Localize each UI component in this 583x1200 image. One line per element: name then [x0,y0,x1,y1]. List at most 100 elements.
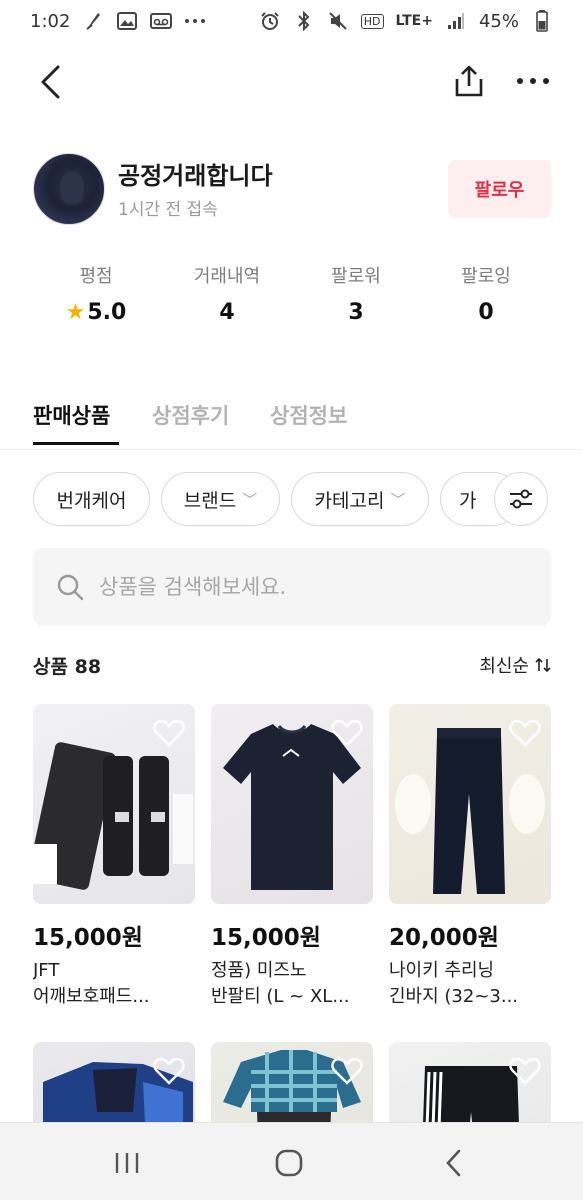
more-horizontal-icon [517,78,549,84]
sliders-icon [510,489,532,509]
hd-icon: HD [360,13,384,29]
stat-label: 팔로워 [331,266,381,287]
shop-tabs: 판매상품 상점후기 상점정보 [0,396,583,450]
stat-label: 거래내역 [193,266,261,287]
image-notification-icon [116,10,138,32]
product-title-line1: JFT [33,960,60,981]
tab-shop-info[interactable]: 상점정보 [270,400,347,430]
sort-button[interactable]: 최신순 [479,652,551,678]
search-input[interactable] [99,575,519,599]
product-card[interactable]: 15,000원 정품) 미즈노 반팔티 (L ~ XL... [211,704,373,1010]
home-icon [275,1149,303,1177]
heart-icon [331,1057,363,1085]
product-count-number: 88 [74,656,102,678]
stat-followers[interactable]: 팔로워 3 [296,262,416,325]
status-bar: 1:02 HD LTE+ 45% [0,0,583,42]
stat-following[interactable]: 팔로잉 0 [426,262,546,325]
product-title-line1: 정품) 미즈노 [211,960,307,981]
status-right: HD LTE+ 45% [259,10,553,32]
network-type: LTE+ [395,13,433,29]
status-left: 1:02 [30,10,206,32]
heart-icon [153,719,185,747]
like-button[interactable] [329,716,365,750]
chip-category[interactable]: 카테고리 ﹀ [291,472,429,526]
status-time: 1:02 [30,10,71,32]
heart-icon [509,719,541,747]
follow-button[interactable]: 팔로우 [448,160,551,218]
stat-value: 3 [348,300,364,325]
more-options-button[interactable] [510,58,556,104]
feather-notification-icon [82,10,104,32]
like-button[interactable] [507,1054,543,1088]
chip-label: 브랜드 [183,489,237,512]
active-tab-indicator [33,442,119,445]
product-image [33,704,195,904]
stat-label: 팔로잉 [461,266,511,287]
tab-products[interactable]: 판매상품 [33,400,110,430]
chip-bungae-care[interactable]: 번개케어 [33,472,150,526]
search-icon [55,572,85,602]
signal-icon [445,10,467,32]
chip-brand[interactable]: 브랜드 ﹀ [161,472,280,526]
voicemail-notification-icon [150,10,173,32]
stat-rating[interactable]: 평점 ★ 5.0 [36,262,156,325]
recent-apps-button[interactable] [102,1141,152,1185]
filter-chips: 번개케어 브랜드 ﹀ 카테고리 ﹀ 가 [0,470,583,530]
avatar-figure [58,170,86,206]
stat-value: 5.0 [87,300,127,325]
stat-value: 0 [478,300,494,325]
filter-settings-button[interactable] [494,472,548,526]
battery-icon [531,10,553,32]
stat-label: 평점 [79,266,113,287]
back-arrow-icon [41,65,60,99]
like-button[interactable] [151,1054,187,1088]
home-button[interactable] [264,1141,314,1185]
shop-name: 공정거래합니다 [118,162,273,190]
mute-icon [327,10,349,32]
star-icon: ★ [65,300,86,325]
share-icon [455,65,483,97]
bluetooth-icon [293,10,315,32]
last-active-text: 1시간 전 접속 [118,200,218,220]
more-notifications-icon [184,10,206,32]
like-button[interactable] [507,716,543,750]
avatar[interactable] [33,153,105,225]
like-button[interactable] [151,716,187,750]
system-navigation-bar [0,1122,583,1200]
product-price: 15,000원 [211,925,321,951]
product-title-line1: 나이키 추리닝 [389,960,495,981]
back-button[interactable] [28,60,72,104]
sort-label: 최신순 [479,656,529,677]
share-button[interactable] [446,58,492,104]
product-count-label: 상품 [33,656,68,678]
chevron-down-icon: ﹀ [242,490,258,509]
product-price: 20,000원 [389,925,499,951]
like-button[interactable] [329,1054,365,1088]
shop-profile: 공정거래합니다 1시간 전 접속 팔로우 [0,150,583,240]
product-title-line2: 어깨보호패드... [33,986,150,1007]
product-card[interactable]: 20,000원 나이키 추리닝 긴바지 (32~3... [389,704,551,1010]
sort-arrows-icon [535,657,551,673]
product-search [33,548,551,626]
recent-apps-icon [115,1153,139,1173]
system-back-button[interactable] [428,1141,478,1185]
heart-icon [153,1057,185,1085]
stat-value: 4 [219,300,235,325]
alarm-icon [259,10,281,32]
heart-icon [331,719,363,747]
product-image [211,704,373,904]
product-price: 15,000원 [33,925,143,951]
tab-reviews[interactable]: 상점후기 [152,400,229,430]
product-title-line2: 반팔티 (L ~ XL... [211,986,350,1007]
stat-transactions[interactable]: 거래내역 4 [167,262,287,325]
chevron-left-icon [446,1149,461,1177]
listing-header: 상품 88 최신순 [33,652,551,682]
top-app-bar [0,50,583,112]
chip-label: 번개케어 [56,489,127,512]
product-card[interactable]: 15,000원 JFT 어깨보호패드... [33,704,195,1010]
shop-stats: 평점 ★ 5.0 거래내역 4 팔로워 3 팔로잉 0 [0,262,583,334]
product-title-line2: 긴바지 (32~3... [389,986,519,1007]
battery-percent: 45% [478,10,519,32]
chip-label: 가 [459,489,477,512]
chip-label: 카테고리 [314,489,385,512]
